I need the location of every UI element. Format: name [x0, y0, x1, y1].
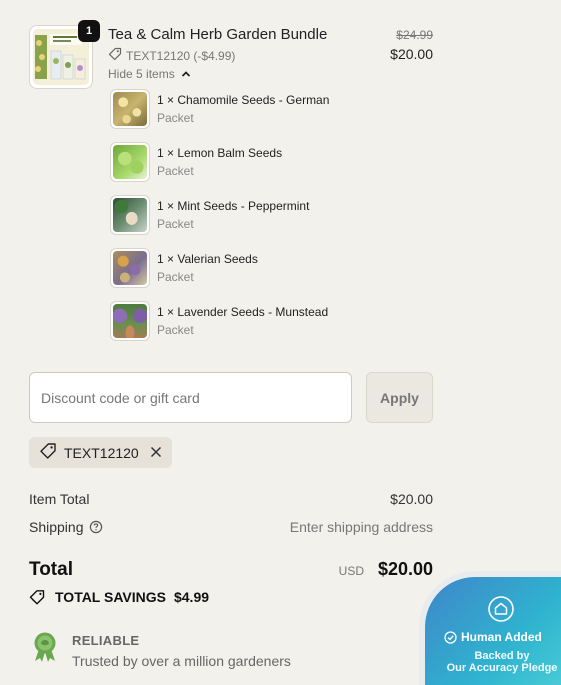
total-value: $20.00 [377, 559, 433, 579]
item-variant: Packet [157, 111, 194, 125]
list-item: 1 × Lavender Seeds - Munstead Packet [110, 301, 410, 354]
savings-label: TOTAL SAVINGS [55, 589, 166, 605]
human-added-line2: Our Accuracy Pledge [446, 662, 558, 674]
item-thumbnail [110, 195, 150, 235]
item-thumbnail [110, 301, 150, 341]
item-thumbnail [110, 142, 150, 182]
product-title: Tea & Calm Herb Garden Bundle [108, 26, 328, 43]
product-price: $20.00 [390, 46, 433, 62]
item-name: 1 × Lemon Balm Seeds [157, 146, 283, 160]
product-discount-label: TEXT12120 (-$4.99) [126, 48, 236, 63]
total-label: Total [29, 559, 73, 580]
shield-home-icon [487, 595, 515, 628]
applied-discount-chip: TEXT12120 [29, 437, 172, 468]
reliable-badge: RELIABLE Trusted by over a million garde… [29, 629, 349, 679]
quantity-badge: 1 [78, 20, 100, 42]
chevron-up-icon [181, 67, 191, 81]
total-currency: USD [338, 564, 364, 578]
item-thumbnail [110, 248, 150, 288]
product-discount: TEXT12120 (-$4.99) [108, 47, 235, 64]
applied-code-label: TEXT12120 [64, 444, 139, 461]
tag-icon [108, 47, 122, 64]
savings-value: $4.99 [173, 589, 210, 605]
human-added-line1: Backed by [474, 650, 530, 662]
hide-items-toggle[interactable]: Hide 5 items [108, 67, 191, 81]
item-name: 1 × Chamomile Seeds - German [157, 93, 330, 107]
reliable-title: RELIABLE [72, 633, 140, 648]
hide-items-label: Hide 5 items [108, 67, 175, 81]
list-item: 1 × Valerian Seeds Packet [110, 248, 410, 301]
bundle-items-list: 1 × Chamomile Seeds - German Packet 1 × … [110, 89, 410, 354]
award-badge-icon [32, 631, 58, 668]
item-thumbnail [110, 89, 150, 129]
item-name: 1 × Valerian Seeds [157, 252, 258, 266]
bundle-product: 1 Tea & Calm Herb Garden Bundle TEXT1212… [29, 20, 433, 92]
list-item: 1 × Chamomile Seeds - German Packet [110, 89, 410, 142]
tag-icon [39, 442, 57, 463]
discount-code-input[interactable] [29, 372, 352, 423]
list-item: 1 × Lemon Balm Seeds Packet [110, 142, 410, 195]
item-total-value: $20.00 [390, 491, 433, 507]
item-variant: Packet [157, 217, 194, 231]
tag-icon [29, 589, 47, 605]
close-icon[interactable] [150, 445, 162, 461]
bundle-thumbnail: 1 [29, 20, 100, 89]
human-added-widget[interactable]: Human Added Backed by Our Accuracy Pledg… [419, 571, 561, 685]
total-savings: TOTAL SAVINGS $4.99 [29, 589, 209, 605]
apply-button[interactable]: Apply [366, 372, 433, 423]
list-item: 1 × Mint Seeds - Peppermint Packet [110, 195, 410, 248]
human-added-title: Human Added [461, 630, 542, 644]
shipping-label: Shipping [29, 519, 84, 535]
check-circle-icon [444, 630, 457, 644]
item-name: 1 × Lavender Seeds - Munstead [157, 305, 329, 319]
reliable-subtitle: Trusted by over a million gardeners [72, 653, 291, 669]
original-price: $24.99 [396, 28, 433, 42]
shipping-value: Enter shipping address [289, 519, 433, 535]
item-total-label: Item Total [29, 491, 90, 507]
item-variant: Packet [157, 270, 194, 284]
help-circle-icon[interactable] [89, 520, 103, 534]
item-name: 1 × Mint Seeds - Peppermint [157, 199, 310, 213]
item-variant: Packet [157, 164, 194, 178]
item-variant: Packet [157, 323, 194, 337]
